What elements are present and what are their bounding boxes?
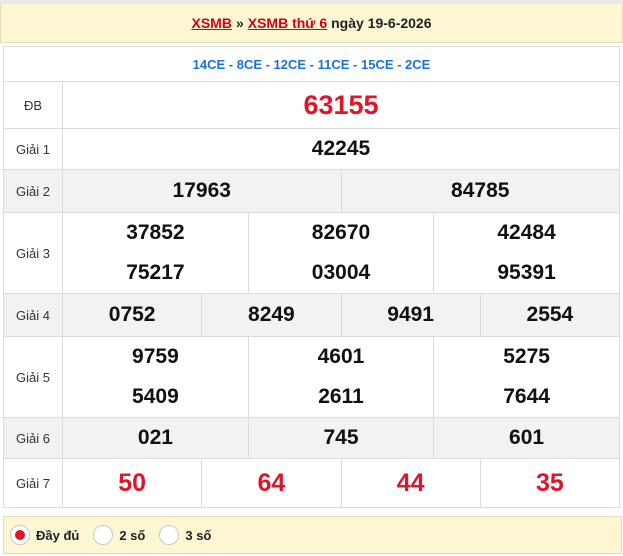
prize-number: 75217 [63, 253, 249, 293]
prize-row-5: Giải 5 9759 4601 5275 5409 2611 7644 [3, 336, 620, 418]
prize-number: 42245 [62, 128, 620, 170]
prize-number: 44 [340, 458, 481, 508]
option-label: Đầy đủ [36, 527, 80, 543]
option-3-digits[interactable]: 3 số [155, 525, 211, 545]
prize-number: 8249 [201, 293, 342, 337]
option-full[interactable]: Đầy đủ [6, 525, 79, 545]
prize-row-2: Giải 2 17963 84785 [3, 169, 620, 213]
prize-number: 745 [248, 418, 435, 458]
option-label: 3 số [185, 527, 212, 543]
prize-row-db: ĐB 63155 [3, 81, 620, 129]
prize-number: 84785 [341, 170, 619, 212]
prize-number: 7644 [503, 385, 550, 408]
breadcrumb-separator: » [235, 15, 244, 31]
prize-number: 9491 [340, 293, 481, 337]
special-prize-number: 63155 [62, 81, 620, 129]
prize-row-4: Giải 4 0752 8249 9491 2554 [3, 293, 621, 337]
radio-checked-icon[interactable] [10, 525, 30, 545]
prize-row-6: Giải 6 021 745 601 [3, 417, 620, 459]
prize-number: 03004 [248, 253, 435, 293]
prize-number: 64 [201, 458, 342, 508]
radio-unchecked-icon[interactable] [159, 525, 180, 545]
prize-number: 37852 [63, 213, 249, 253]
prize-number: 17963 [63, 170, 342, 212]
prize-number: 50 [61, 458, 203, 508]
prize-number: 42484 [497, 221, 556, 244]
prize-label: Giải 7 [3, 458, 63, 508]
prize-number: 35 [479, 458, 621, 508]
prize-number: 95391 [497, 261, 556, 284]
results-header: XSMB » XSMB thứ 6 ngày 19-6-2026 [0, 4, 623, 43]
option-2-digits[interactable]: 2 số [89, 525, 145, 545]
prize-label: Giải 1 [3, 128, 63, 170]
option-label: 2 số [119, 527, 146, 543]
lottery-codes: 14CE - 8CE - 12CE - 11CE - 15CE - 2CE [3, 46, 620, 82]
radio-unchecked-icon[interactable] [93, 525, 114, 545]
prize-row-3: Giải 3 37852 82670 42484 75217 03004 953… [3, 212, 620, 294]
draw-date: ngày 19-6-2026 [331, 15, 432, 31]
prize-number: 4601 [248, 337, 435, 377]
prize-row-1: Giải 1 42245 [3, 128, 620, 170]
prize-label: Giải 3 [3, 212, 63, 294]
prize-number: 5409 [63, 377, 249, 417]
prize-label: Giải 2 [3, 169, 63, 213]
prize-label: Giải 5 [3, 336, 63, 418]
prize-number: 0752 [61, 293, 203, 337]
prize-number: 5275 [503, 345, 550, 368]
display-options: Đầy đủ 2 số 3 số [3, 516, 622, 554]
prize-label: Giải 6 [3, 417, 63, 459]
prize-label: Giải 4 [3, 293, 63, 337]
prize-number: 021 [63, 418, 249, 458]
prize-number: 2554 [479, 293, 621, 337]
results-table: 14CE - 8CE - 12CE - 11CE - 15CE - 2CE ĐB… [3, 46, 621, 508]
codes-row: 14CE - 8CE - 12CE - 11CE - 15CE - 2CE [3, 46, 620, 82]
xsmb-friday-link[interactable]: XSMB thứ 6 [248, 15, 327, 31]
prize-number: 82670 [248, 213, 435, 253]
prize-number: 601 [433, 418, 619, 458]
prize-row-7: Giải 7 50 64 44 35 [3, 458, 621, 508]
prize-label: ĐB [3, 81, 63, 129]
prize-number: 9759 [63, 337, 249, 377]
prize-number: 2611 [248, 377, 435, 417]
xsmb-link[interactable]: XSMB [191, 15, 231, 31]
